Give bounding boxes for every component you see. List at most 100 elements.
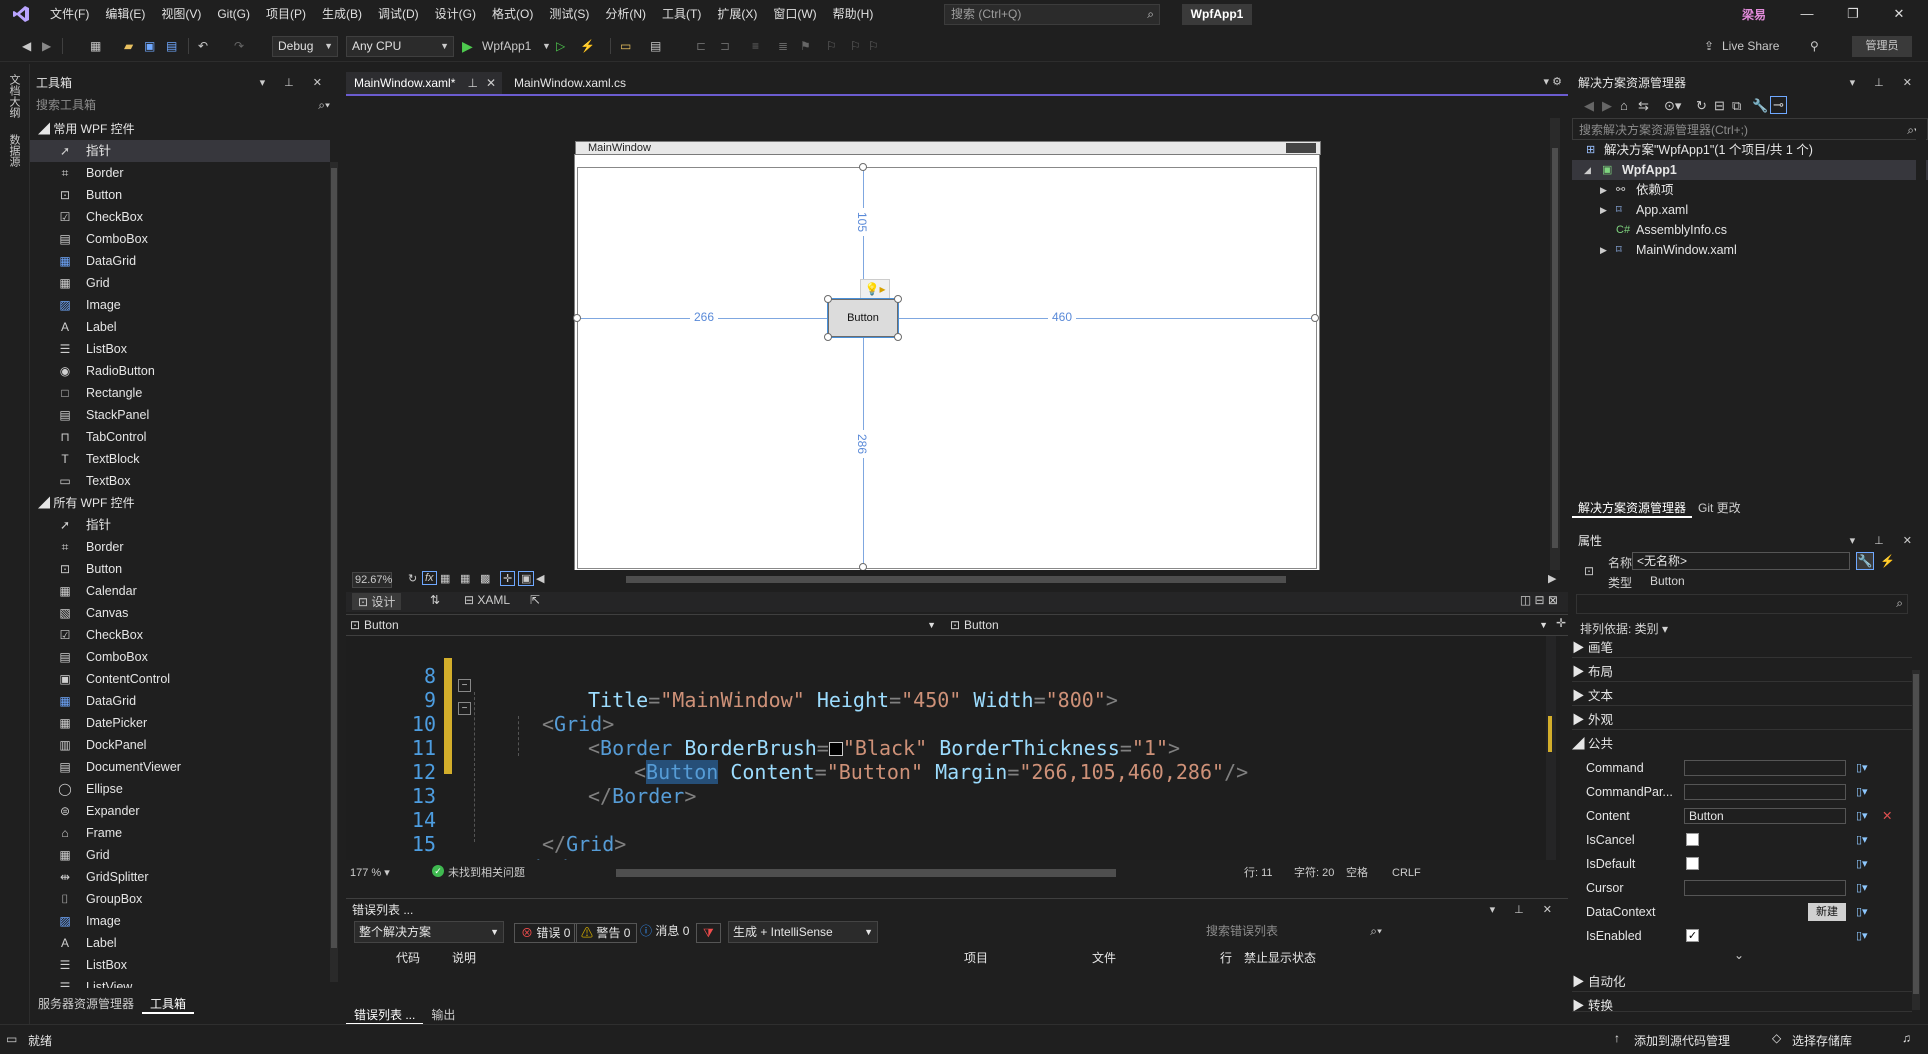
resize-handle[interactable]	[894, 295, 902, 303]
tab-server-explorer[interactable]: 服务器资源管理器	[30, 994, 142, 1014]
toolbox-item[interactable]: ▤ ComboBox	[30, 646, 330, 668]
new-project-icon[interactable]: ▦	[90, 35, 101, 57]
split-editor-icon[interactable]: ✛	[1556, 616, 1566, 630]
toolbox-item[interactable]: ▦ DataGrid	[30, 690, 330, 712]
xaml-designer[interactable]: MainWindow 266 460 105 286 💡▸ Button	[346, 98, 1560, 574]
toolbox-group-common[interactable]: ◢ 常用 WPF 控件	[30, 118, 330, 140]
start-without-debug-icon[interactable]: ▷	[556, 35, 565, 57]
hot-reload-icon[interactable]: ⚡	[580, 35, 595, 57]
menu-build[interactable]: 生成(B)	[314, 0, 370, 28]
toolbox-item[interactable]: ▦ Grid	[30, 272, 330, 294]
anchor-left-handle[interactable]	[573, 314, 581, 322]
name-input[interactable]: <无名称>	[1632, 552, 1850, 570]
property-marker-icon[interactable]: ▯▾	[1856, 902, 1868, 922]
quick-actions-lightbulb-icon[interactable]: 💡▸	[860, 279, 890, 299]
collapse-all-icon[interactable]: ⊟	[1714, 98, 1725, 114]
expand-icon[interactable]: ◢	[1584, 160, 1591, 180]
column-file[interactable]: 文件	[1092, 949, 1116, 966]
column-description[interactable]: 说明	[452, 949, 476, 966]
errors-filter-button[interactable]: ⊗ 错误 0	[514, 923, 578, 943]
line-ending-indicator[interactable]: CRLF	[1392, 865, 1421, 881]
tree-item[interactable]: ▶ ⌑ MainWindow.xaml	[1572, 240, 1928, 260]
toolbox-item[interactable]: ▭ TextBox	[30, 470, 330, 492]
messages-filter-button[interactable]: ⓘ 消息 0	[640, 921, 689, 943]
property-marker-icon[interactable]: ▯▾	[1856, 854, 1868, 874]
toolbox-item[interactable]: ▨ Image	[30, 910, 330, 932]
resize-handle[interactable]	[824, 295, 832, 303]
panel-controls-icon[interactable]: ▾ ⊥ ✕	[1850, 72, 1920, 94]
menu-window[interactable]: 窗口(W)	[765, 0, 824, 28]
data-sources-tab[interactable]: 数据源	[6, 134, 22, 167]
navigate-forward-icon[interactable]: ▶	[42, 35, 51, 57]
property-value-input[interactable]: Button	[1684, 808, 1846, 824]
global-search-input[interactable]: 搜索 (Ctrl+Q) ⌕	[944, 4, 1160, 25]
toolbox-item[interactable]: ▥ DockPanel	[30, 734, 330, 756]
bookmark-icon[interactable]: ⚑	[800, 35, 811, 57]
undo-icon[interactable]: ↶	[198, 35, 208, 57]
expand-icon[interactable]: ▶	[1600, 180, 1607, 200]
property-marker-icon[interactable]: ▯▾	[1856, 830, 1868, 850]
effects-icon[interactable]: fx	[422, 571, 437, 585]
toolbox-item[interactable]: A Label	[30, 932, 330, 954]
design-grid[interactable]: 266 460 105 286 💡▸ Button	[573, 163, 1319, 571]
toolbox-item[interactable]: ▦ Grid	[30, 844, 330, 866]
column-code[interactable]: 代码	[396, 949, 420, 966]
tab-solution-explorer[interactable]: 解决方案资源管理器	[1572, 498, 1693, 518]
tab-mainwindow-xaml-cs[interactable]: MainWindow.xaml.cs	[506, 72, 634, 94]
code-zoom-select[interactable]: 177 % ▾	[350, 865, 398, 881]
design-window[interactable]: MainWindow 266 460 105 286 💡▸ Button	[573, 141, 1321, 574]
anchor-right-handle[interactable]	[1311, 314, 1319, 322]
property-value-input[interactable]	[1684, 784, 1846, 800]
select-repository-button[interactable]: 选择存储库	[1792, 1032, 1852, 1049]
align-icon[interactable]: ⊏	[696, 35, 706, 57]
toolbox-item[interactable]: ⊡ Button	[30, 184, 330, 206]
toolbox-item[interactable]: ➚ 指针	[30, 514, 330, 536]
nav-left-select[interactable]: ⊡ Button ▼	[346, 616, 942, 635]
forward-icon[interactable]: ▶	[1602, 98, 1612, 114]
toolbox-item[interactable]: ⌷ GroupBox	[30, 888, 330, 910]
toolbox-item[interactable]: ▤ ComboBox	[30, 228, 330, 250]
properties-search-input[interactable]: ⌕	[1576, 594, 1908, 614]
add-to-source-control-button[interactable]: 添加到源代码管理	[1634, 1032, 1730, 1049]
toolbox-item[interactable]: □ Rectangle	[30, 382, 330, 404]
category-brush[interactable]: ▶ 画笔	[1572, 638, 1912, 658]
home-icon[interactable]: ⌂	[1620, 98, 1628, 113]
menu-view[interactable]: 视图(V)	[153, 0, 209, 28]
toolbox-item[interactable]: A Label	[30, 316, 330, 338]
restore-icon[interactable]: ❐	[1830, 0, 1876, 28]
column-suppression-state[interactable]: 禁止显示状态	[1244, 949, 1316, 966]
no-issues-label[interactable]: 未找到相关问题	[448, 865, 525, 881]
category-automation[interactable]: ▶ 自动化	[1572, 972, 1912, 992]
switch-views-icon[interactable]: ⇆	[1638, 98, 1649, 114]
resize-handle[interactable]	[894, 333, 902, 341]
navigate-back-icon[interactable]: ◀	[22, 35, 31, 57]
toolbox-item[interactable]: ⌗ Border	[30, 536, 330, 558]
scroll-right-icon[interactable]: ▶	[1548, 572, 1556, 585]
property-value-select[interactable]	[1684, 880, 1846, 896]
property-marker-icon[interactable]: ▯▾	[1856, 806, 1868, 826]
start-debug-icon[interactable]: ▶	[462, 35, 473, 57]
build-filter-select[interactable]: 生成 + IntelliSense ▼	[728, 921, 878, 943]
category-common[interactable]: ◢ 公共	[1572, 734, 1912, 754]
toolbox-item[interactable]: ▤ DocumentViewer	[30, 756, 330, 778]
split-layout-icon[interactable]: ◫ ⊟ ⊠	[1520, 593, 1558, 607]
artboard-icon[interactable]: ▩	[480, 572, 490, 585]
toolbox-item[interactable]: ▦ DataGrid	[30, 250, 330, 272]
toolbox-item[interactable]: ⌗ Border	[30, 162, 330, 184]
start-debug-button[interactable]: WpfApp1	[482, 35, 531, 57]
solution-search-input[interactable]: 搜索解决方案资源管理器(Ctrl+;) ⌕▾	[1572, 118, 1928, 140]
toolbox-item[interactable]: ⊜ Expander	[30, 800, 330, 822]
nav-right-select[interactable]: ⊡ Button ▼	[946, 616, 1554, 635]
sort-by-select[interactable]: 排列依据: 类别 ▾	[1580, 620, 1668, 637]
toolbox-scrollbar[interactable]	[330, 162, 338, 982]
design-view-tab[interactable]: ⊡ 设计	[352, 593, 402, 610]
toolbox-item[interactable]: ⇹ GridSplitter	[30, 866, 330, 888]
minimize-icon[interactable]: —	[1784, 0, 1830, 28]
bookmark-next-icon[interactable]: ⚐	[850, 35, 861, 57]
scroll-left-icon[interactable]: ◀	[536, 572, 544, 585]
expand-advanced-icon[interactable]: ⌄	[1734, 948, 1744, 962]
bookmark-clear-icon[interactable]: ⚐	[868, 35, 879, 57]
close-window-icon[interactable]: ✕	[1876, 0, 1922, 28]
save-icon[interactable]: ▣	[144, 35, 155, 57]
tree-item[interactable]: ▶ ⌑ App.xaml	[1572, 200, 1928, 220]
